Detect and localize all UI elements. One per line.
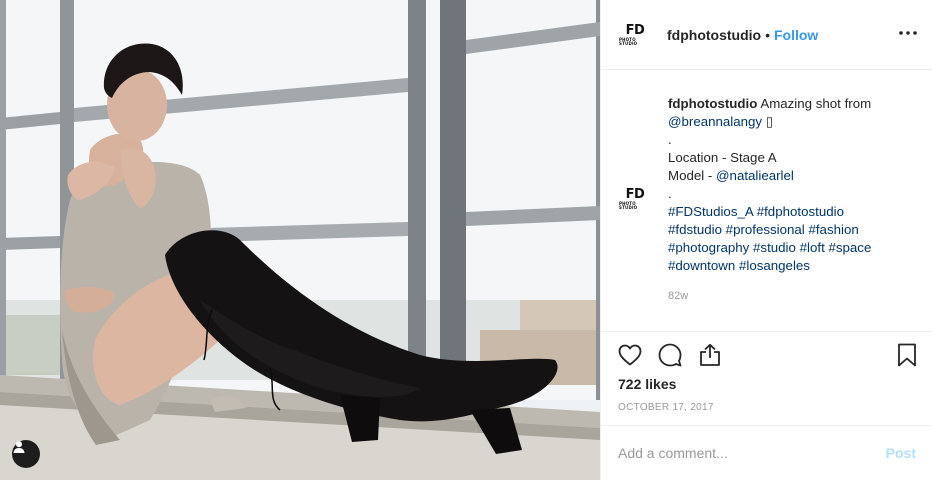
follow-button[interactable]: Follow xyxy=(774,27,818,43)
bookmark-icon xyxy=(898,343,916,367)
caption-intro: Amazing shot from xyxy=(757,96,872,111)
post-comment-button[interactable]: Post xyxy=(886,445,916,461)
tagged-people-button[interactable] xyxy=(12,440,40,468)
hashtag-link[interactable]: #FDStudios_A xyxy=(668,204,753,219)
comment-input[interactable] xyxy=(618,445,886,461)
caption-section: FD PHOTO STUDIO fdphotostudio Amazing sh… xyxy=(601,70,932,332)
mention-link[interactable]: @breannalangy xyxy=(668,114,762,129)
comment-bar: Post xyxy=(601,425,932,480)
post-side-panel: FD PHOTO STUDIO fdphotostudio • Follow F… xyxy=(600,0,932,480)
caption-avatar-logo-subtext: PHOTO STUDIO xyxy=(619,201,638,210)
hashtag-link[interactable]: #fdphotostudio xyxy=(757,204,844,219)
save-button[interactable] xyxy=(894,342,920,368)
hashtag-link[interactable]: #losangeles xyxy=(739,258,810,273)
hashtag-link[interactable]: #space xyxy=(828,240,871,255)
mention-link[interactable]: @nataliearlel xyxy=(716,168,794,183)
hashtag-link[interactable]: #loft xyxy=(800,240,825,255)
header-separator: • xyxy=(765,26,770,43)
caption-timestamp[interactable]: 82w xyxy=(668,290,688,302)
like-count[interactable]: 722 likes xyxy=(618,376,676,392)
like-button[interactable] xyxy=(617,342,643,368)
caption-dot: . xyxy=(668,186,672,201)
post-header: FD PHOTO STUDIO fdphotostudio • Follow xyxy=(601,0,932,70)
share-icon xyxy=(700,343,720,366)
action-bar xyxy=(617,342,737,368)
hashtag-link[interactable]: #professional xyxy=(726,222,805,237)
comment-bubble-icon xyxy=(658,343,682,367)
avatar-logo-subtext: PHOTO STUDIO xyxy=(619,36,638,46)
post-date: OCTOBER 17, 2017 xyxy=(618,402,714,413)
hashtag-link[interactable]: #downtown xyxy=(668,258,735,273)
comment-button[interactable] xyxy=(657,342,683,368)
heart-icon xyxy=(618,344,642,366)
emoji-glyph: ▯ xyxy=(765,114,774,129)
caption-text: fdphotostudio Amazing shot from @breanna… xyxy=(668,95,908,275)
person-tag-icon xyxy=(13,441,25,453)
caption-dot: . xyxy=(668,132,672,147)
hashtag-link[interactable]: #fashion xyxy=(808,222,858,237)
photo-image xyxy=(0,0,600,480)
share-button[interactable] xyxy=(697,342,723,368)
hashtag-link[interactable]: #photography xyxy=(668,240,749,255)
more-options-button[interactable] xyxy=(897,22,919,44)
avatar[interactable]: FD PHOTO STUDIO xyxy=(619,18,651,51)
caption-avatar[interactable]: FD PHOTO STUDIO xyxy=(619,183,651,215)
caption-avatar-logo-text: FD xyxy=(625,187,645,202)
hashtag-link[interactable]: #studio xyxy=(753,240,796,255)
more-horizontal-icon xyxy=(899,31,917,35)
post-photo[interactable] xyxy=(0,0,600,480)
caption-location: Location - Stage A xyxy=(668,150,777,165)
caption-username-link[interactable]: fdphotostudio xyxy=(668,96,757,111)
caption-model-prefix: Model - xyxy=(668,168,717,183)
hashtag-link[interactable]: #fdstudio xyxy=(668,222,722,237)
avatar-logo-text: FD xyxy=(625,22,645,38)
header-username-link[interactable]: fdphotostudio xyxy=(667,27,761,43)
